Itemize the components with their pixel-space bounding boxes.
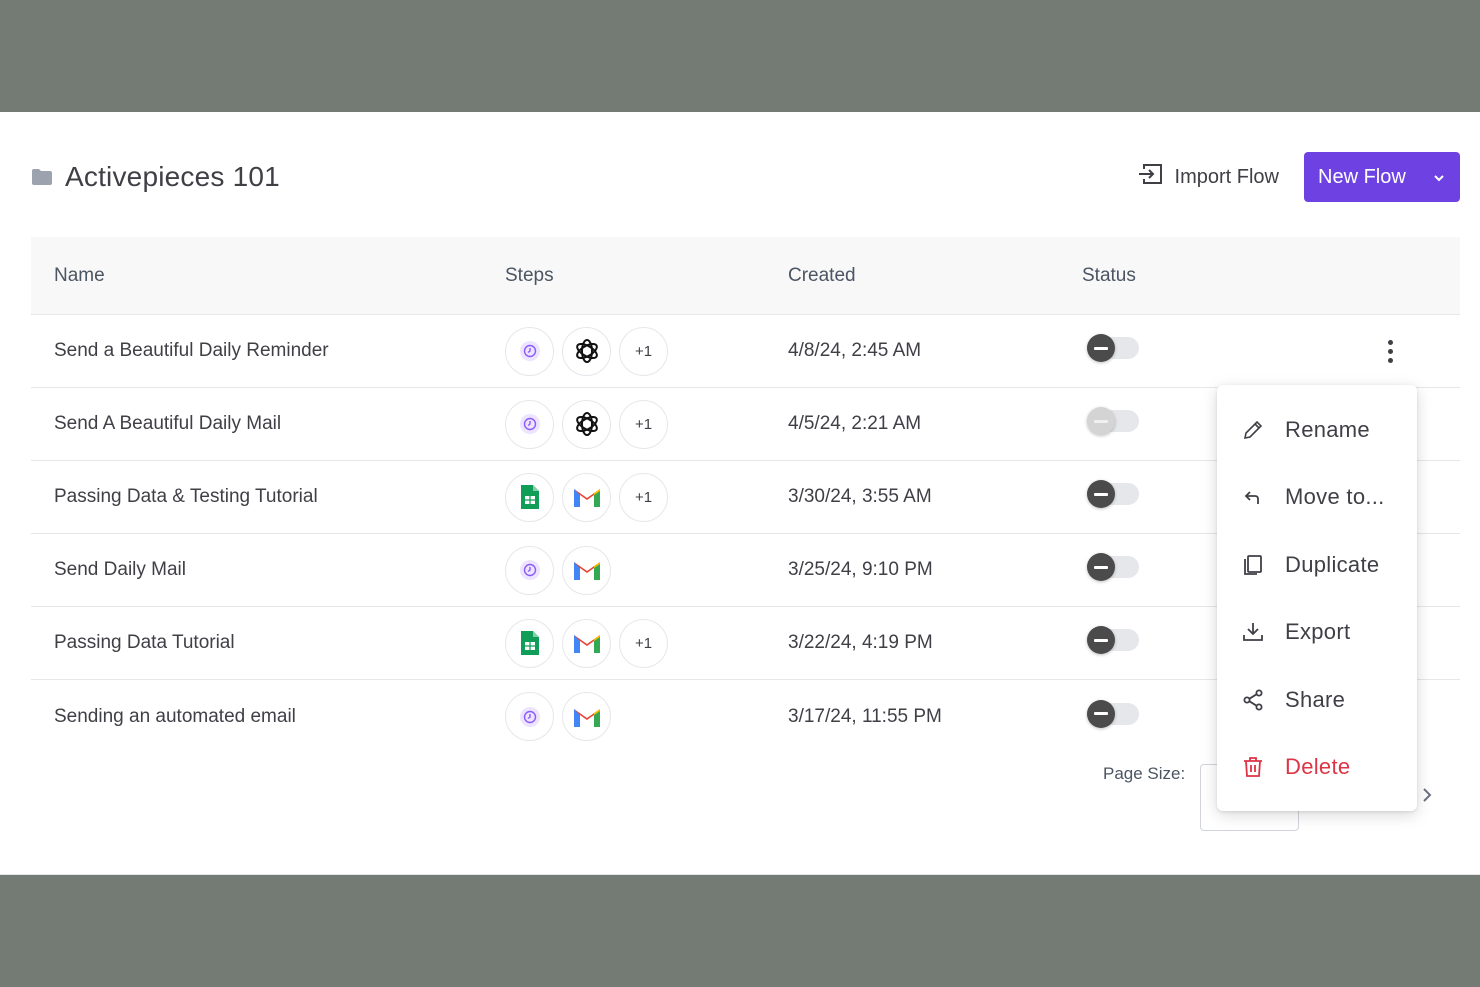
menu-item-share[interactable]: Share bbox=[1217, 666, 1417, 734]
download-icon bbox=[1241, 620, 1265, 644]
gmail-icon bbox=[562, 472, 611, 522]
status-toggle[interactable] bbox=[1087, 480, 1139, 508]
google-sheets-icon bbox=[505, 618, 554, 668]
more-steps-badge: +1 bbox=[619, 399, 668, 449]
menu-item-label: Delete bbox=[1285, 754, 1351, 780]
flow-name[interactable]: Send Daily Mail bbox=[31, 559, 505, 581]
flow-created-date: 3/30/24, 3:55 AM bbox=[788, 486, 932, 507]
toggle-knob bbox=[1087, 334, 1115, 362]
import-icon bbox=[1137, 163, 1163, 191]
table-row[interactable]: Send a Beautiful Daily Reminder +1 4/8/24,… bbox=[31, 315, 1460, 388]
new-flow-button[interactable]: New Flow bbox=[1304, 152, 1460, 202]
menu-item-label: Move to... bbox=[1285, 484, 1385, 510]
menu-item-move-to[interactable]: Move to... bbox=[1217, 464, 1417, 532]
flow-name[interactable]: Sending an automated email bbox=[31, 706, 505, 728]
trash-icon bbox=[1241, 755, 1265, 779]
page-header: Activepieces 101 Import Flow New Flow bbox=[31, 152, 1460, 202]
row-actions bbox=[1322, 339, 1460, 363]
gmail-icon bbox=[562, 692, 611, 741]
toggle-knob bbox=[1087, 626, 1115, 654]
menu-item-label: Export bbox=[1285, 619, 1351, 645]
new-flow-label: New Flow bbox=[1318, 165, 1406, 188]
toggle-knob bbox=[1087, 480, 1115, 508]
import-flow-label: Import Flow bbox=[1174, 165, 1279, 188]
toggle-knob bbox=[1087, 699, 1115, 728]
status-toggle[interactable] bbox=[1087, 699, 1139, 728]
schedule-icon bbox=[505, 326, 554, 376]
more-steps-badge: +1 bbox=[619, 326, 668, 376]
column-header-created[interactable]: Created bbox=[788, 265, 1082, 287]
schedule-icon bbox=[505, 692, 554, 741]
flow-created-date: 4/5/24, 2:21 AM bbox=[788, 413, 922, 434]
status-toggle bbox=[1087, 407, 1139, 435]
flow-created-date: 3/22/24, 4:19 PM bbox=[788, 632, 933, 653]
flow-steps bbox=[505, 692, 788, 741]
page-title: Activepieces 101 bbox=[65, 161, 280, 192]
menu-item-delete[interactable]: Delete bbox=[1217, 734, 1417, 802]
flow-steps: +1 bbox=[505, 326, 788, 376]
toggle-knob bbox=[1087, 407, 1115, 435]
flow-steps: +1 bbox=[505, 399, 788, 449]
flow-name[interactable]: Send A Beautiful Daily Mail bbox=[31, 413, 505, 435]
column-header-steps: Steps bbox=[505, 264, 554, 286]
flow-steps: +1 bbox=[505, 472, 788, 522]
table-header: Name Steps Created Status bbox=[31, 237, 1460, 315]
page-size-label: Page Size: bbox=[1103, 764, 1186, 783]
flow-created-date: 4/8/24, 2:45 AM bbox=[788, 340, 922, 361]
status-toggle[interactable] bbox=[1087, 553, 1139, 581]
flow-steps bbox=[505, 545, 788, 595]
more-vertical-icon[interactable] bbox=[1388, 339, 1394, 363]
flow-status bbox=[1082, 334, 1322, 365]
flow-name[interactable]: Passing Data Tutorial bbox=[31, 632, 505, 654]
column-header-name[interactable]: Name bbox=[31, 265, 505, 287]
menu-item-label: Share bbox=[1285, 686, 1346, 712]
chevron-down-icon bbox=[1432, 166, 1446, 189]
flow-context-menu: Rename Move to... Duplicate Export Share Dele… bbox=[1217, 385, 1417, 811]
pencil-icon bbox=[1241, 418, 1265, 442]
flow-name[interactable]: Passing Data & Testing Tutorial bbox=[31, 486, 505, 508]
chevron-right-icon[interactable] bbox=[1420, 786, 1434, 809]
menu-item-export[interactable]: Export bbox=[1217, 599, 1417, 667]
google-sheets-icon bbox=[505, 472, 554, 522]
more-steps-badge: +1 bbox=[619, 472, 668, 522]
flow-name[interactable]: Send a Beautiful Daily Reminder bbox=[31, 340, 505, 362]
gmail-icon bbox=[562, 618, 611, 668]
more-steps-badge: +1 bbox=[619, 618, 668, 668]
flow-created-date: 3/17/24, 11:55 PM bbox=[788, 705, 942, 727]
corner-up-left-icon bbox=[1241, 485, 1265, 509]
flow-steps: +1 bbox=[505, 618, 788, 668]
status-toggle[interactable] bbox=[1087, 626, 1139, 654]
pagination: Page Size: bbox=[1103, 764, 1185, 784]
status-toggle[interactable] bbox=[1087, 334, 1139, 362]
menu-item-duplicate[interactable]: Duplicate bbox=[1217, 531, 1417, 599]
gmail-icon bbox=[562, 545, 611, 595]
menu-item-label: Rename bbox=[1285, 416, 1370, 442]
column-header-status: Status bbox=[1082, 264, 1136, 286]
menu-item-label: Duplicate bbox=[1285, 551, 1380, 577]
toggle-knob bbox=[1087, 553, 1115, 581]
schedule-icon bbox=[505, 399, 554, 449]
folder-icon bbox=[31, 168, 53, 186]
openai-icon bbox=[562, 399, 611, 449]
import-flow-button[interactable]: Import Flow bbox=[1137, 163, 1279, 191]
flow-created-date: 3/25/24, 9:10 PM bbox=[788, 559, 933, 580]
openai-icon bbox=[562, 326, 611, 376]
share-icon bbox=[1241, 688, 1265, 712]
schedule-icon bbox=[505, 545, 554, 595]
menu-item-rename[interactable]: Rename bbox=[1217, 396, 1417, 464]
copy-icon bbox=[1241, 553, 1265, 577]
